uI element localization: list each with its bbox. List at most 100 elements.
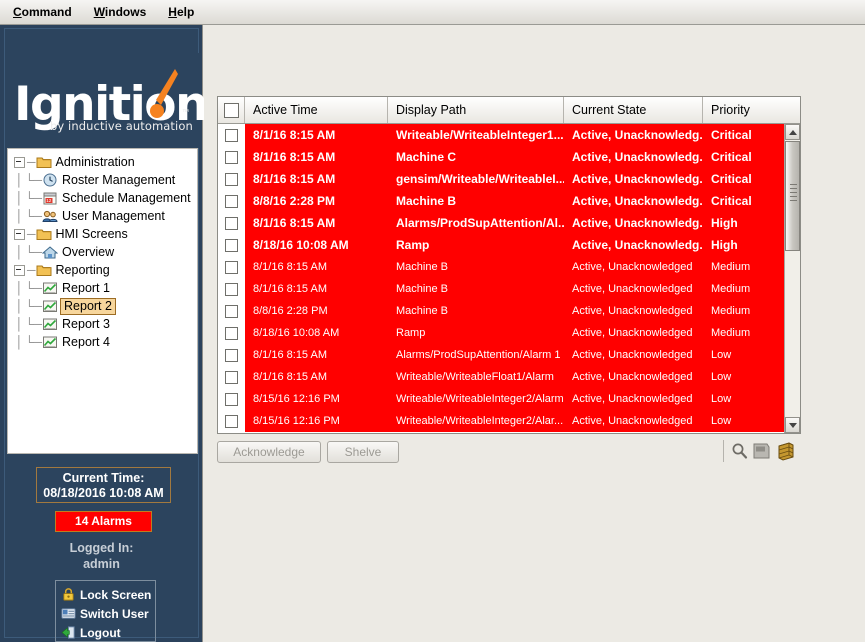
- table-row[interactable]: 8/18/16 10:08 AM Ramp Active, Unacknowledg…: [218, 234, 800, 256]
- column-header-active_time[interactable]: Active Time: [245, 97, 388, 123]
- row-checkbox-cell[interactable]: [218, 410, 245, 432]
- menu-item-windows[interactable]: Windows: [85, 3, 156, 21]
- table-row[interactable]: 8/15/16 12:16 PM Writeable/WriteableInteg…: [218, 388, 800, 410]
- tree-item-roster-management[interactable]: │ └─ Roster Management: [8, 171, 197, 189]
- column-header-checkbox[interactable]: [218, 97, 245, 123]
- tree-item-reporting[interactable]: ─ Reporting: [8, 261, 197, 279]
- select-all-checkbox[interactable]: [223, 102, 239, 118]
- row-checkbox-cell[interactable]: [218, 212, 245, 234]
- row-checkbox[interactable]: [225, 260, 238, 274]
- lock-screen-button[interactable]: Lock Screen: [61, 585, 155, 604]
- cell-priority: High: [711, 238, 738, 252]
- column-header-display_path[interactable]: Display Path: [388, 97, 564, 123]
- tree-item-report-1[interactable]: │ └─ Report 1: [8, 279, 197, 297]
- tree-item-report-3[interactable]: │ └─ Report 3: [8, 315, 197, 333]
- tree-item-hmi-screens[interactable]: ─ HMI Screens: [8, 225, 197, 243]
- table-row[interactable]: 8/8/16 2:28 PM Machine B Active, Unacknowl…: [218, 300, 800, 322]
- row-checkbox-cell[interactable]: [218, 190, 245, 212]
- cell-priority: Critical: [711, 150, 752, 164]
- acknowledge-button[interactable]: Acknowledge: [217, 441, 321, 463]
- row-checkbox[interactable]: [225, 216, 238, 230]
- alarm-status-table[interactable]: Active Time Display Path Current State Prio…: [217, 96, 801, 434]
- row-checkbox[interactable]: [225, 194, 238, 208]
- table-row[interactable]: 8/1/16 8:15 AM gensim/Writeable/Writeable…: [218, 168, 800, 190]
- cell-priority: Medium: [711, 305, 751, 317]
- row-checkbox-cell[interactable]: [218, 388, 245, 410]
- database-icon[interactable]: [776, 441, 795, 461]
- ignition-logo: Ignition ™ by inductive automation: [5, 53, 209, 148]
- row-checkbox-cell[interactable]: [218, 256, 245, 278]
- table-row[interactable]: 8/1/16 8:15 AM Machine B Active, Unacknowl…: [218, 278, 800, 300]
- navigation-tree-panel[interactable]: ─ Administration │ └─ Roster Management │ └─ 12…: [7, 148, 198, 454]
- tree-item-label: User Management: [62, 209, 165, 223]
- row-checkbox[interactable]: [225, 348, 238, 362]
- row-checkbox-cell[interactable]: [218, 146, 245, 168]
- table-row[interactable]: 8/1/16 8:15 AM Machine B Active, Unacknowl…: [218, 256, 800, 278]
- cell-priority: Critical: [711, 172, 752, 186]
- row-checkbox[interactable]: [225, 128, 238, 142]
- tree-item-label: HMI Screens: [55, 227, 128, 241]
- table-row[interactable]: 8/1/16 8:15 AM Writeable/WriteableInteger…: [218, 124, 800, 146]
- row-checkbox-cell[interactable]: [218, 300, 245, 322]
- tree-connector: └─: [25, 245, 43, 259]
- tree-expander-collapse-icon[interactable]: [14, 264, 25, 276]
- tree-item-report-2[interactable]: │ └─ Report 2: [8, 297, 197, 315]
- cell-display_path: Writeable/WriteableInteger1...: [396, 128, 564, 142]
- switch-user-button[interactable]: Switch User: [61, 604, 155, 623]
- table-row[interactable]: 8/18/16 10:08 AM Ramp Active, Unacknowledg…: [218, 322, 800, 344]
- table-row[interactable]: 8/8/16 2:28 PM Machine B Active, Unacknowl…: [218, 190, 800, 212]
- row-checkbox[interactable]: [225, 282, 238, 296]
- cell-priority: Low: [711, 371, 732, 383]
- row-checkbox[interactable]: [225, 238, 238, 252]
- table-row[interactable]: 8/1/16 8:15 AM Machine C Active, Unacknowl…: [218, 146, 800, 168]
- cell-display_path: Machine B: [396, 305, 448, 317]
- current-time-value: 08/18/2016 10:08 AM: [43, 486, 164, 500]
- cell-display_path: Writeable/WriteableInteger2/Alarm: [396, 393, 564, 405]
- tree-expander-collapse-icon[interactable]: [14, 156, 25, 168]
- menu-item-command[interactable]: Command: [4, 3, 81, 21]
- menu-item-help[interactable]: Help: [159, 3, 203, 21]
- table-row[interactable]: 8/15/16 12:16 PM Writeable/WriteableInteg…: [218, 410, 800, 432]
- row-checkbox[interactable]: [225, 172, 238, 186]
- table-row[interactable]: 8/1/16 8:15 AM Writeable/WriteableFloat1/…: [218, 366, 800, 388]
- cell-current_state: Active, Unacknowledged: [572, 283, 693, 295]
- shelve-button[interactable]: Shelve: [327, 441, 399, 463]
- tree-item-report-4[interactable]: │ └─ Report 4: [8, 333, 197, 351]
- tree-item-administration[interactable]: ─ Administration: [8, 153, 197, 171]
- row-checkbox[interactable]: [225, 370, 238, 384]
- row-checkbox-cell[interactable]: [218, 344, 245, 366]
- row-checkbox-cell[interactable]: [218, 278, 245, 300]
- table-row[interactable]: 8/1/16 8:15 AM Alarms/ProdSupAttention/Al…: [218, 344, 800, 366]
- row-checkbox[interactable]: [225, 304, 238, 318]
- tree-item-label: Report 2: [60, 297, 116, 315]
- thumb-grip: [790, 192, 797, 193]
- table-row[interactable]: 8/1/16 8:15 AM Alarms/ProdSupAttention/Al…: [218, 212, 800, 234]
- column-header-priority[interactable]: Priority: [703, 97, 786, 123]
- cell-priority: Critical: [711, 194, 752, 208]
- cell-current_state: Active, Unacknowledg...: [572, 216, 703, 230]
- tree-item-overview[interactable]: │ └─ Overview: [8, 243, 197, 261]
- logout-button[interactable]: Logout: [61, 623, 155, 642]
- scroll-down-button[interactable]: [785, 417, 800, 433]
- menu-label-help: elp: [176, 5, 195, 19]
- tree-item-user-management[interactable]: │ └─ User Management: [8, 207, 197, 225]
- row-checkbox-cell[interactable]: [218, 234, 245, 256]
- column-header-current_state[interactable]: Current State: [564, 97, 703, 123]
- row-checkbox[interactable]: [225, 326, 238, 340]
- table-body[interactable]: 8/1/16 8:15 AM Writeable/WriteableInteger…: [218, 124, 800, 433]
- row-checkbox[interactable]: [225, 150, 238, 164]
- tree-item-schedule-management[interactable]: │ └─ 12 Schedule Management: [8, 189, 197, 207]
- alarm-count-button[interactable]: 14 Alarms: [55, 511, 152, 532]
- shelf-icon[interactable]: [752, 441, 771, 461]
- row-checkbox-cell[interactable]: [218, 124, 245, 146]
- scroll-up-button[interactable]: [785, 124, 800, 140]
- row-checkbox-cell[interactable]: [218, 366, 245, 388]
- tree-expander-collapse-icon[interactable]: [14, 228, 25, 240]
- row-checkbox-cell[interactable]: [218, 322, 245, 344]
- magnifier-icon[interactable]: [730, 441, 749, 461]
- table-vertical-scrollbar[interactable]: [784, 124, 800, 433]
- row-checkbox-cell[interactable]: [218, 168, 245, 190]
- row-checkbox[interactable]: [225, 392, 238, 406]
- scrollbar-thumb[interactable]: [785, 141, 800, 251]
- row-checkbox[interactable]: [225, 414, 238, 428]
